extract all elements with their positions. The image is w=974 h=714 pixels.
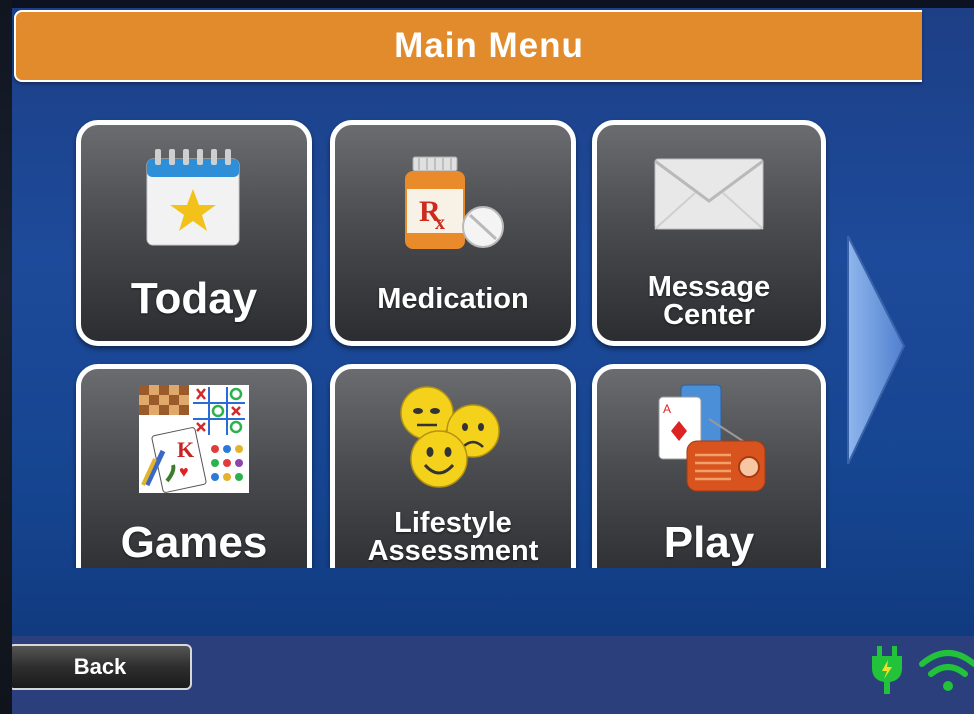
next-page-arrow-icon[interactable] [846,234,908,466]
games-collage-icon: K ♥ [139,385,249,493]
app-screen: Main Menu Today R x Medication Message C… [12,8,974,714]
back-button[interactable]: Back [12,644,192,690]
medication-tile[interactable]: R x Medication [330,120,576,346]
device-frame-top [0,0,974,8]
message-center-tile[interactable]: Message Center [592,120,826,346]
rx-bottle-icon: R x [405,156,504,249]
svg-text:K: K [177,437,194,462]
lifestyle-assessment-label: Lifestyle [394,507,512,539]
medication-label: Medication [377,283,529,315]
today-tile[interactable]: Today [76,120,312,346]
games-tile[interactable]: K ♥ Games [76,364,312,568]
message-center-label: Message [647,271,771,303]
page-title: Main Menu [394,26,584,65]
today-label: Today [130,274,258,323]
wifi-icon [919,650,974,691]
svg-text:x: x [435,212,445,234]
device-frame-left [0,0,12,714]
play-tile[interactable]: A Play [592,364,826,568]
lifestyle-assessment-label-line2: Assessment [367,535,539,567]
footer-bar: Back [12,636,974,714]
play-label: Play [663,518,755,567]
power-plug-icon [872,646,902,694]
games-label: Games [120,518,268,567]
message-center-label-line2: Center [663,299,755,331]
calendar-star-icon [146,149,240,246]
menu-grid: Today R x Medication Message Center K ♥ … [12,116,842,568]
svg-text:A: A [663,402,671,416]
cards-radio-icon: A [658,384,766,492]
title-bar: Main Menu [14,10,922,82]
envelope-icon [654,158,764,230]
svg-text:♥: ♥ [179,464,189,481]
lifestyle-assessment-tile[interactable]: Lifestyle Assessment [330,364,576,568]
smiley-faces-icon [400,386,500,488]
